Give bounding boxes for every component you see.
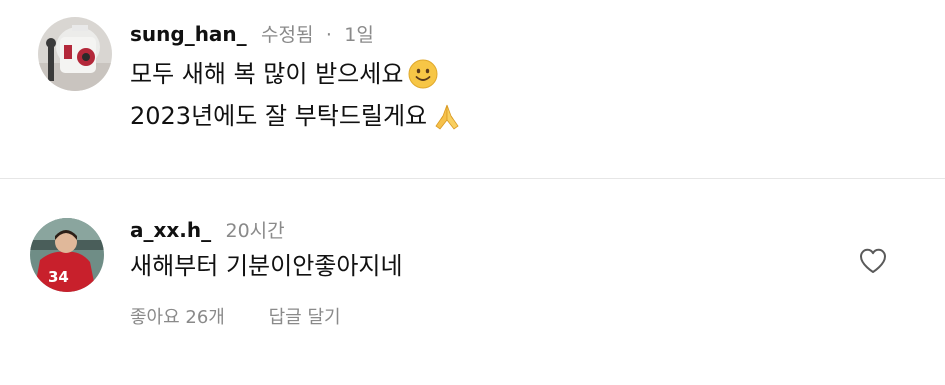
comment-text: 2023년에도 잘 부탁드릴게요: [130, 102, 428, 130]
avatar-image: [38, 17, 112, 91]
timestamp: 20시간: [225, 220, 285, 242]
comment-text: 모두 새해 복 많이 받으세요: [130, 60, 404, 88]
comment-divider: [0, 178, 945, 179]
edited-label: 수정됨: [261, 24, 314, 46]
smiling-face-emoji-icon: [407, 58, 439, 90]
svg-text:34: 34: [48, 268, 69, 286]
avatar-image: 34: [30, 218, 104, 292]
comment-item-sung-han: sung_han_ 수정됨 · 1일 모두 새해 복 많이 받으세요 2023년…: [0, 0, 945, 178]
comment-header: a_xx.h_ 20시간: [130, 217, 285, 244]
comment-text-line: 2023년에도 잘 부탁드릴게요: [130, 100, 463, 132]
likes-count[interactable]: 좋아요 26개: [130, 306, 225, 330]
folded-hands-emoji-icon: [431, 100, 463, 132]
username[interactable]: a_xx.h_: [130, 218, 211, 242]
username[interactable]: sung_han_: [130, 22, 247, 46]
avatar-a-xx-h[interactable]: 34: [30, 218, 104, 292]
comment-item-a-xx-h: 34 a_xx.h_ 20시간 새해부터 기분이안좋아지네 좋아요 26개 답글…: [0, 180, 945, 385]
comment-header: sung_han_ 수정됨 · 1일: [130, 21, 374, 48]
meta-separator: ·: [325, 24, 332, 46]
comment-text-line: 새해부터 기분이안좋아지네: [130, 250, 403, 282]
timestamp: 1일: [344, 24, 374, 46]
reply-button[interactable]: 답글 달기: [269, 306, 341, 330]
avatar-sung-han[interactable]: [38, 17, 112, 91]
heart-outline-icon[interactable]: [858, 246, 888, 276]
comment-text-line: 모두 새해 복 많이 받으세요: [130, 58, 439, 90]
comment-actions: 좋아요 26개 답글 달기: [130, 306, 341, 330]
comment-text: 새해부터 기분이안좋아지네: [130, 252, 403, 280]
